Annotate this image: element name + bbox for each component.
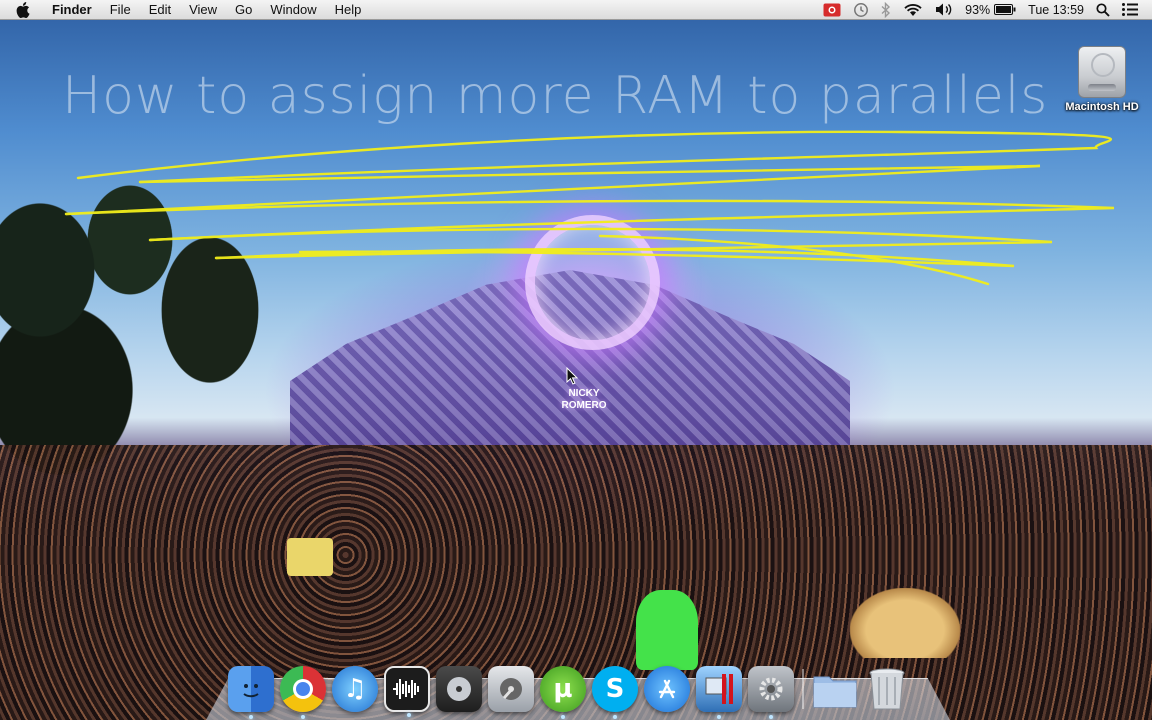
dock-disk-utility[interactable]	[488, 666, 534, 712]
dvd-player-icon	[447, 677, 471, 701]
dock: ♫ µ S	[228, 658, 916, 719]
overlay-title: How to assign more RAM to parallels	[62, 66, 1049, 126]
dock-dvd-player[interactable]	[436, 666, 482, 712]
battery-percentage[interactable]: 93%	[965, 3, 990, 17]
dock-finder[interactable]	[228, 666, 274, 719]
wallpaper-sombrero	[850, 588, 960, 658]
menu-file[interactable]: File	[101, 0, 140, 19]
wallpaper-trees	[0, 150, 300, 480]
screen-record-icon[interactable]	[823, 2, 841, 18]
chrome-icon	[293, 679, 313, 699]
menu-go[interactable]: Go	[226, 0, 261, 19]
trash-icon	[869, 668, 905, 710]
bluetooth-icon[interactable]	[881, 1, 891, 18]
dock-trash[interactable]	[864, 666, 910, 712]
dock-chrome[interactable]	[280, 666, 326, 719]
folder-icon	[813, 676, 857, 708]
parallels-icon	[705, 674, 733, 704]
menu-view[interactable]: View	[180, 0, 226, 19]
wallpaper-stage-logo: NICKY ROMERO	[561, 388, 607, 411]
hard-drive-icon	[1078, 46, 1126, 98]
utorrent-icon: µ	[553, 674, 573, 704]
mouse-cursor-icon	[566, 367, 578, 385]
menu-window[interactable]: Window	[261, 0, 325, 19]
dock-itunes[interactable]: ♫	[332, 666, 378, 712]
dock-audio-app[interactable]	[384, 666, 430, 717]
wallpaper-yellow-flag	[287, 538, 333, 576]
menu-clock[interactable]: Tue 13:59	[1028, 3, 1084, 17]
menu-edit[interactable]: Edit	[140, 0, 180, 19]
menu-app-finder[interactable]: Finder	[48, 0, 101, 19]
dock-system-preferences[interactable]	[748, 666, 794, 719]
dock-utorrent[interactable]: µ	[540, 666, 586, 719]
app-store-icon	[658, 679, 676, 699]
gear-icon	[759, 677, 783, 701]
dock-downloads-folder[interactable]	[812, 666, 858, 712]
menu-help[interactable]: Help	[326, 0, 371, 19]
finder-icon	[243, 684, 259, 698]
skype-icon: S	[605, 674, 625, 704]
menu-bar: Finder File Edit View Go Window Help 93%…	[0, 0, 1152, 20]
battery-icon[interactable]	[994, 2, 1016, 18]
wallpaper-stage-ring	[525, 215, 660, 350]
dock-skype[interactable]: S	[592, 666, 638, 719]
apple-menu-icon[interactable]	[14, 1, 32, 19]
itunes-icon: ♫	[343, 674, 367, 704]
spotlight-icon[interactable]	[1096, 2, 1110, 18]
notification-center-icon[interactable]	[1122, 2, 1138, 18]
macintosh-hd-desktop-icon[interactable]: Macintosh HD	[1060, 46, 1144, 113]
volume-icon[interactable]	[935, 2, 953, 18]
disk-utility-icon	[500, 678, 522, 700]
time-machine-icon[interactable]	[853, 2, 869, 18]
waveform-icon	[393, 679, 419, 699]
dock-app-store[interactable]	[644, 666, 690, 712]
wifi-icon[interactable]	[903, 2, 923, 18]
dock-separator	[802, 669, 804, 709]
macintosh-hd-label: Macintosh HD	[1065, 101, 1139, 113]
dock-parallels[interactable]	[696, 666, 742, 719]
